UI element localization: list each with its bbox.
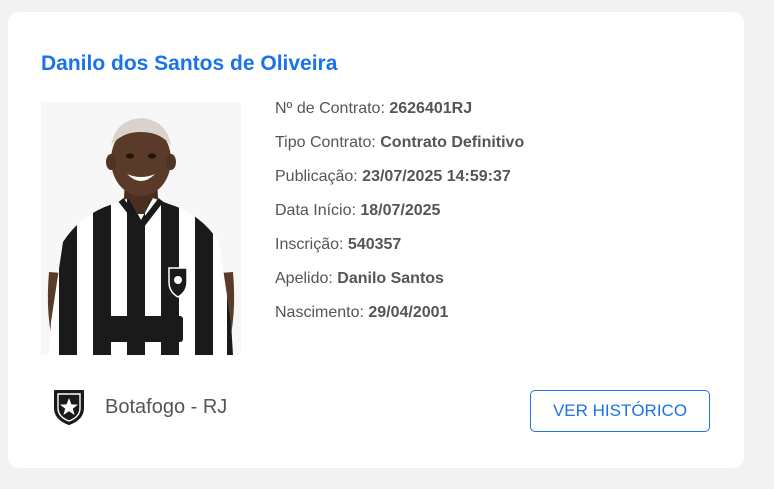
detail-value: 23/07/2025 14:59:37 [362,168,511,185]
club-name: Botafogo - RJ [105,395,228,418]
detail-value: 2626401RJ [389,100,473,117]
detail-registration: Inscrição: 540357 [275,234,524,268]
detail-value: 29/04/2001 [368,304,449,321]
detail-value: Contrato Definitivo [380,134,525,151]
detail-contract-type: Tipo Contrato: Contrato Definitivo [275,132,524,166]
detail-label: Nascimento: [275,304,369,321]
detail-label: Publicação: [275,168,363,185]
detail-label: Tipo Contrato: [275,134,381,151]
detail-publication: Publicação: 23/07/2025 14:59:37 [275,166,524,200]
view-history-button[interactable]: VER HISTÓRICO [530,390,710,432]
detail-label: Data Início: [275,202,361,219]
player-photo-illustration [41,102,241,355]
detail-contract-number: Nº de Contrato: 2626401RJ [275,98,524,132]
detail-label: Inscrição: [275,236,348,253]
detail-value: 18/07/2025 [360,202,441,219]
club-info: Botafogo - RJ [52,388,227,426]
detail-nickname: Apelido: Danilo Santos [275,268,524,302]
contract-card: Danilo dos Santos de Oliveira Nº de Cont… [8,12,744,468]
player-name[interactable]: Danilo dos Santos de Oliveira [41,52,337,76]
detail-start-date: Data Início: 18/07/2025 [275,200,524,234]
detail-birth-date: Nascimento: 29/04/2001 [275,302,524,336]
contract-details: Nº de Contrato: 2626401RJ Tipo Contrato:… [275,98,524,336]
detail-value: 540357 [347,236,402,253]
detail-value: Danilo Santos [337,270,444,287]
player-photo [41,102,241,355]
botafogo-crest-icon [54,390,84,425]
detail-label: Nº de Contrato: [275,100,390,117]
detail-label: Apelido: [275,270,338,287]
